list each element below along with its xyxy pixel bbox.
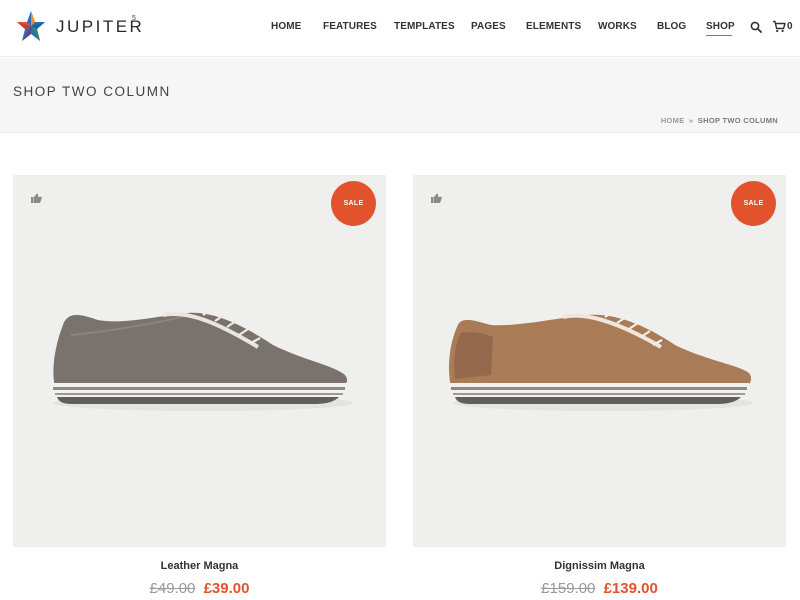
breadcrumb: HOME » SHOP TWO COLUMN — [661, 116, 778, 125]
breadcrumb-separator: » — [688, 116, 694, 125]
price-row: £49.00 £39.00 — [13, 580, 386, 597]
nav-elements[interactable]: ELEMENTS — [526, 21, 581, 32]
nav-shop[interactable]: SHOP — [706, 21, 735, 32]
price-row: £159.00 £139.00 — [413, 580, 786, 597]
main-nav: HOME FEATURES TEMPLATES PAGES ELEMENTS W… — [0, 0, 800, 57]
sale-price: £39.00 — [203, 580, 250, 597]
breadcrumb-home[interactable]: HOME — [661, 116, 685, 125]
thumbs-up-icon[interactable] — [31, 193, 42, 203]
shoe-image — [50, 304, 353, 411]
search-icon[interactable] — [750, 21, 762, 33]
sale-badge: SALE — [731, 181, 776, 226]
active-nav-underline — [706, 35, 732, 36]
product-name[interactable]: Dignissim Magna — [413, 560, 786, 572]
site-header: JUPITER 5 HOME FEATURES TEMPLATES PAGES … — [0, 0, 800, 57]
nav-works[interactable]: WORKS — [598, 21, 637, 32]
product-card: SALE Leather Magna £49.00 £39.00 — [13, 175, 386, 600]
product-image[interactable]: SALE — [413, 175, 786, 547]
page-title-band: SHOP TWO COLUMN HOME » SHOP TWO COLUMN — [0, 58, 800, 133]
shoe-image — [448, 306, 753, 411]
original-price: £49.00 — [149, 580, 196, 597]
original-price: £159.00 — [541, 580, 596, 597]
nav-home[interactable]: HOME — [271, 21, 301, 32]
product-card: SALE Dignissim Magna £159.00 £139.00 — [413, 175, 786, 600]
sale-badge: SALE — [331, 181, 376, 226]
product-name[interactable]: Leather Magna — [13, 560, 386, 572]
nav-features[interactable]: FEATURES — [323, 21, 377, 32]
nav-templates[interactable]: TEMPLATES — [394, 21, 455, 32]
product-image[interactable]: SALE — [13, 175, 386, 547]
sale-price: £139.00 — [603, 580, 658, 597]
thumbs-up-icon[interactable] — [431, 193, 442, 203]
nav-blog[interactable]: BLOG — [657, 21, 686, 32]
nav-pages[interactable]: PAGES — [471, 21, 506, 32]
cart-count[interactable]: 0 — [787, 21, 793, 32]
cart-icon[interactable] — [772, 20, 786, 33]
page-title: SHOP TWO COLUMN — [13, 84, 171, 99]
breadcrumb-current: SHOP TWO COLUMN — [697, 116, 778, 125]
